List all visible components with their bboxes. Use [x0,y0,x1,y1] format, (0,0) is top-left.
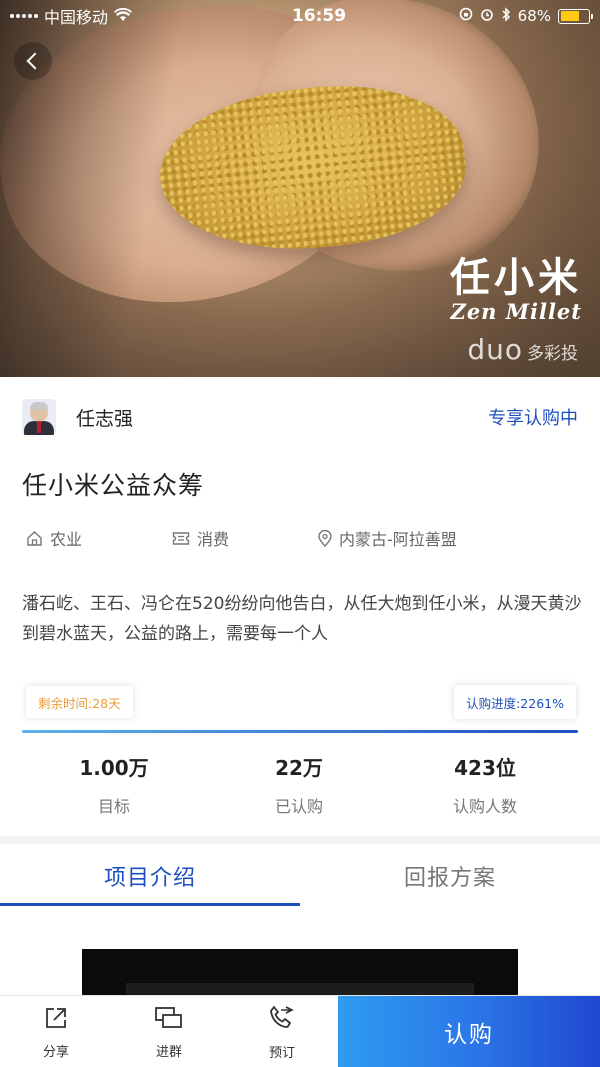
share-icon [43,1005,69,1035]
tag-agriculture: 农业 [26,526,82,550]
project-title: 任小米公益众筹 [22,471,205,500]
buy-button[interactable]: 认购 [338,996,600,1067]
battery-percent: 68% [517,7,551,25]
share-label: 分享 [42,1044,69,1060]
tag-label: 内蒙古-阿拉善盟 [339,530,457,549]
alarm-icon [480,7,494,25]
tab-reward-plan[interactable]: 回报方案 [300,844,600,908]
stat-target: 1.00万 目标 [14,752,214,817]
duo-logo-text: duo [467,333,523,366]
active-tab-indicator [0,903,300,906]
project-tags: 农业 消费 内蒙古-阿拉善盟 [22,526,582,552]
stat-value: 423位 [454,756,516,780]
book-label: 预订 [268,1045,295,1061]
group-chat-icon [154,1005,184,1035]
tag-consumption: 消费 [172,526,229,550]
back-button[interactable] [14,42,52,80]
stat-label: 认购人数 [452,797,517,816]
bottom-action-bar: 分享 进群 预订 认购 [0,995,600,1067]
tag-label: 农业 [50,530,83,549]
signal-icon [10,14,38,18]
tag-location: 内蒙古-阿拉善盟 [318,526,457,550]
avatar[interactable] [22,399,56,435]
join-group-button[interactable]: 进群 [113,996,225,1067]
progress-bar-fill [22,730,578,733]
bluetooth-icon [501,6,511,26]
book-button[interactable]: 预订 [226,996,338,1067]
hero-image: 中国移动 16:59 68% 任小米 Zen Millet duo 多彩投 [0,0,600,377]
brand-cn: 任小米 [450,255,582,301]
lock-rotation-icon [459,7,473,25]
progress-bar [22,730,578,733]
duo-watermark: duo 多彩投 [467,333,578,366]
status-bar: 中国移动 16:59 68% [0,0,600,32]
carrier-label: 中国移动 [44,8,109,27]
stat-backers: 423位 认购人数 [385,752,585,817]
back-chevron-icon [26,52,44,70]
tag-label: 消费 [197,530,230,549]
stat-label: 已认购 [274,797,323,816]
stat-label: 目标 [97,797,130,816]
brand-en: Zen Millet [450,299,582,324]
brand-logo: 任小米 Zen Millet [450,245,582,324]
section-divider [0,836,600,844]
stat-value: 22万 [275,756,323,780]
battery-icon [558,8,593,24]
project-description: 潘石屹、王石、冯仑在520纷纷向他告白，从任大炮到任小米，从漫天黄沙到碧水蓝天，… [22,594,582,644]
duo-logo-cn: 多彩投 [527,344,578,364]
ticket-icon [172,531,190,546]
stat-value: 1.00万 [79,756,149,780]
house-icon [26,530,43,547]
location-pin-icon [318,529,332,547]
subscription-status-badge: 专享认购中 [488,408,578,429]
phone-icon [267,1004,297,1036]
remaining-time-badge: 剩余时间:28天 [26,686,133,718]
tab-project-intro[interactable]: 项目介绍 [0,844,300,908]
stats-row: 1.00万 目标 22万 已认购 423位 认购人数 [0,752,600,824]
progress-badge: 认购进度:2261% [454,685,576,719]
wifi-icon [114,7,133,26]
author-name: 任志强 [76,407,134,430]
tab-bar: 项目介绍 回报方案 [0,844,600,908]
stat-subscribed: 22万 已认购 [199,752,399,817]
join-group-label: 进群 [155,1044,182,1060]
author-row[interactable]: 任志强 专享认购中 [0,377,600,457]
share-button[interactable]: 分享 [0,996,112,1067]
status-time: 16:59 [291,6,347,26]
